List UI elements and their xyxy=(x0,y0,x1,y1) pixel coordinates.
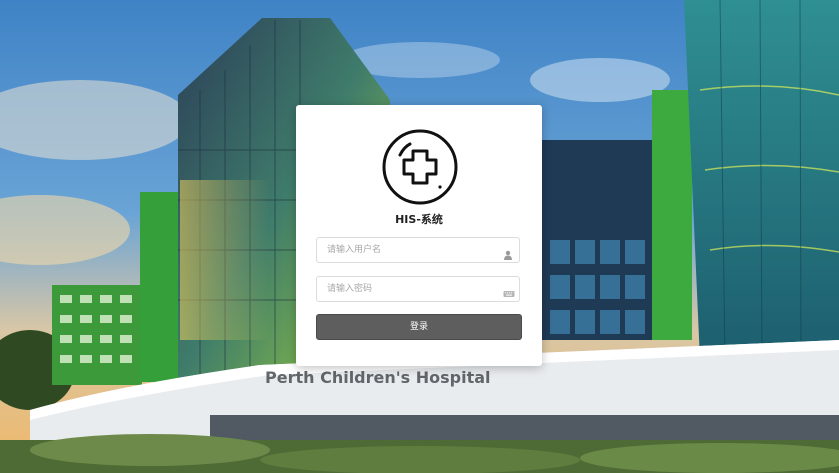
password-field[interactable] xyxy=(316,276,520,302)
login-card: HIS-系统 登录 xyxy=(296,105,542,366)
medical-cross-icon xyxy=(380,127,460,207)
login-button[interactable]: 登录 xyxy=(316,314,522,340)
password-input[interactable] xyxy=(317,277,507,301)
username-input[interactable] xyxy=(317,238,507,262)
svg-text:Perth Children's Hospital: Perth Children's Hospital xyxy=(265,368,491,387)
keyboard-icon xyxy=(503,284,515,297)
user-icon xyxy=(503,245,513,260)
username-field[interactable] xyxy=(316,237,520,263)
page-title: HIS-系统 xyxy=(395,213,443,226)
